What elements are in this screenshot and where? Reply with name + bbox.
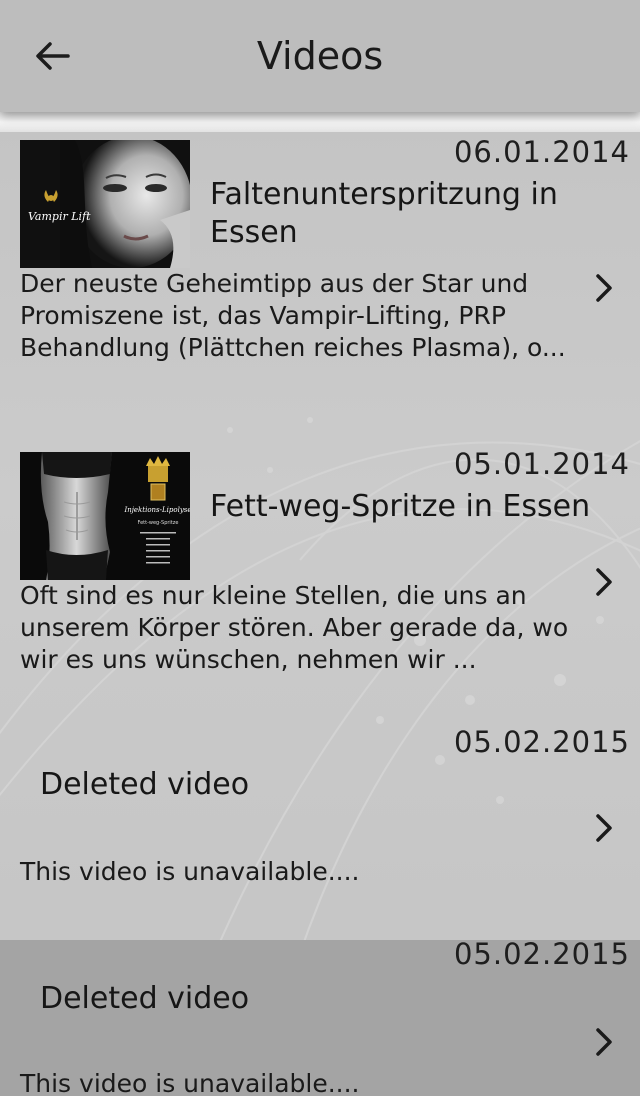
video-title: Deleted video — [40, 767, 250, 802]
chevron-right-icon — [596, 1028, 612, 1056]
video-list-item[interactable]: 05.01.2014 Injektions-Lipolyse Fett-weg-… — [0, 446, 640, 706]
thumbnail-caption: Vampir Lift — [28, 210, 91, 223]
video-description: Oft sind es nur kleine Stellen, die uns … — [20, 581, 569, 674]
video-date: 06.01.2014 — [453, 135, 630, 169]
video-title: Deleted video — [40, 981, 250, 1016]
video-date: 05.01.2014 — [453, 447, 630, 481]
chevron-right-icon — [596, 568, 612, 596]
app-header: Videos — [0, 0, 640, 112]
video-description: This video is unavailable.... — [20, 857, 360, 886]
chevron-right-icon — [596, 814, 612, 842]
video-description: This video is unavailable.... — [20, 1069, 360, 1096]
thumbnail-subcaption: Fett-weg-Spritze — [137, 520, 178, 526]
video-list-item[interactable]: 05.02.2015 Deleted video This video is u… — [0, 940, 640, 1096]
thumbnail-caption: Injektions-Lipolyse — [123, 506, 190, 514]
chevron-right-icon — [596, 274, 612, 302]
video-date: 05.02.2015 — [453, 725, 630, 759]
video-thumbnail: Injektions-Lipolyse Fett-weg-Spritze — [20, 452, 190, 580]
video-thumbnail: Vampir Lift — [20, 140, 190, 268]
video-list-item[interactable]: 06.01.2014 Vampir Lift Faltenunterspritz… — [0, 132, 640, 432]
header-divider — [0, 112, 640, 132]
video-description: Der neuste Geheimtipp aus der Star und P… — [20, 269, 566, 362]
page-title: Videos — [256, 34, 384, 78]
video-date: 05.02.2015 — [453, 940, 630, 971]
video-title: Faltenunterspritzung in Essen — [210, 177, 558, 250]
video-title: Fett-weg-Spritze in Essen — [210, 489, 591, 524]
video-list-item[interactable]: 05.02.2015 Deleted video This video is u… — [0, 722, 640, 932]
